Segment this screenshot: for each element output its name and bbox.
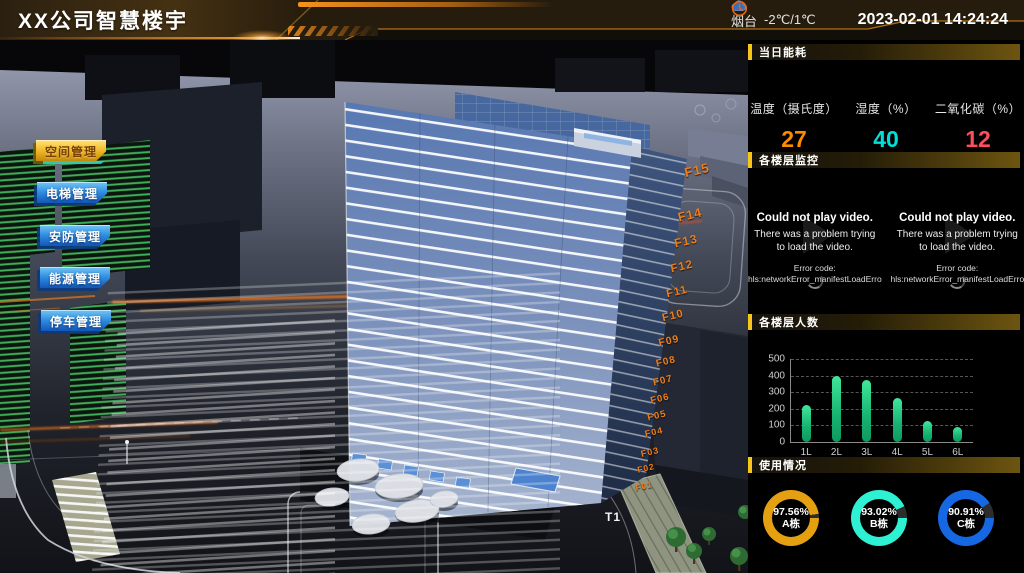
floor-monitor-videos: Could not play video. There was a proble…: [748, 170, 1024, 302]
donut-name: A栋: [782, 518, 800, 530]
menu-button-security[interactable]: 安防管理: [40, 225, 110, 246]
y-axis-tick: 0: [779, 437, 785, 448]
bar: [862, 380, 871, 442]
stat-value: 12: [932, 126, 1024, 153]
menu-button-space[interactable]: 空间管理: [36, 140, 106, 161]
donut-label: 93.02% B栋: [860, 499, 898, 537]
smart-building-dashboard: F15F14F13F12F11F10F09F08F07F06F05F04F03F…: [0, 0, 1024, 573]
menu-button-label: 电梯管理: [37, 182, 107, 203]
section-header-energy: 当日能耗: [748, 44, 1020, 60]
gridline: [791, 425, 973, 426]
menu-button-elevator[interactable]: 电梯管理: [37, 182, 107, 203]
donut-percent: 90.91%: [948, 506, 984, 518]
stat-humidity: 湿度（%） 40: [840, 100, 932, 153]
top-header: XX公司智慧楼宇 烟台 -2℃/1℃ 2023-02-01 14:24:24: [0, 0, 1024, 40]
donut-building-b: 93.02% B栋: [851, 490, 907, 546]
stat-label: 湿度（%）: [840, 100, 932, 117]
podium-wireframe: [92, 270, 560, 573]
error-code-label: Error code:: [891, 263, 1024, 274]
video-error-code: Error code: hls:networkError_manifestLoa…: [748, 263, 882, 286]
stat-value: 27: [748, 126, 840, 153]
stat-temperature: 温度（摄氏度） 27: [748, 100, 840, 153]
video-error-code: Error code: hls:networkError_manifestLoa…: [891, 263, 1024, 286]
error-code-value: hls:networkError_manifestLoadError: [748, 274, 882, 285]
menu-button-label: 安防管理: [40, 225, 110, 246]
bar: [832, 376, 841, 442]
page-title: XX公司智慧楼宇: [18, 5, 188, 35]
menu-button-label: 停车管理: [41, 310, 111, 331]
bar-chart-plot: 01002003004005001L2L3L4L5L6L: [790, 359, 973, 443]
error-code-value: hls:networkError_manifestLoadError: [891, 274, 1024, 285]
donut-building-a: 97.56% A栋: [763, 490, 819, 546]
donut-building-c: 90.91% C栋: [938, 490, 994, 546]
donut-percent: 93.02%: [861, 506, 897, 518]
floor-people-chart: 01002003004005001L2L3L4L5L6L: [748, 335, 1024, 465]
gridline: [791, 359, 973, 360]
3d-city-scene[interactable]: F15F14F13F12F11F10F09F08F07F06F05F04F03F…: [0, 40, 748, 573]
stat-value: 40: [840, 126, 932, 153]
y-axis-tick: 200: [768, 403, 785, 414]
gridline: [791, 376, 973, 377]
donut-label: 97.56% A栋: [772, 499, 810, 537]
y-axis-tick: 500: [768, 354, 785, 365]
city-illustration: [0, 40, 748, 573]
stat-label: 温度（摄氏度）: [748, 100, 840, 117]
donut-percent: 97.56%: [773, 506, 809, 518]
y-axis-tick: 400: [768, 370, 785, 381]
video-player-1[interactable]: Could not play video. There was a proble…: [748, 170, 882, 302]
temperature-range: -2℃/1℃: [764, 12, 816, 28]
menu-button-parking[interactable]: 停车管理: [41, 310, 111, 331]
menu-button-label: 空间管理: [36, 140, 106, 161]
menu-button-label: 能源管理: [40, 267, 110, 288]
video-error-title: Could not play video.: [757, 212, 873, 224]
error-code-label: Error code:: [748, 263, 882, 274]
gridline: [791, 392, 973, 393]
section-header-people: 各楼层人数: [748, 314, 1020, 330]
bar: [923, 421, 932, 442]
y-axis-tick: 300: [768, 387, 785, 398]
donut-label: 90.91% C栋: [947, 499, 985, 537]
tower-id-label: T1: [605, 510, 621, 524]
right-dashboard-panel: 当日能耗 温度（摄氏度） 27 湿度（%） 40 二氧化碳（%） 12 各楼层监…: [748, 40, 1024, 573]
gridline: [791, 409, 973, 410]
bar: [802, 405, 811, 442]
video-error-message: There was a problem trying to load the v…: [753, 229, 876, 254]
stat-label: 二氧化碳（%）: [932, 100, 1024, 117]
y-axis-tick: 100: [768, 420, 785, 431]
energy-stats: 温度（摄氏度） 27 湿度（%） 40 二氧化碳（%） 12: [748, 100, 1024, 153]
donut-name: C栋: [957, 518, 975, 530]
bar: [953, 427, 962, 442]
video-player-2[interactable]: Could not play video. There was a proble…: [891, 170, 1024, 302]
section-header-monitor: 各楼层监控: [748, 152, 1020, 168]
datetime: 2023-02-01 14:24:24: [858, 11, 1008, 29]
video-error-title: Could not play video.: [899, 212, 1015, 224]
menu-button-energy[interactable]: 能源管理: [40, 267, 110, 288]
weather-datetime-bar: 烟台 -2℃/1℃ 2023-02-01 14:24:24: [731, 0, 1008, 40]
section-header-usage: 使用情况: [748, 457, 1020, 473]
stat-co2: 二氧化碳（%） 12: [932, 100, 1024, 153]
donut-name: B栋: [870, 518, 888, 530]
usage-donuts: 97.56% A栋 93.02% B栋 90.91% C栋: [748, 488, 1024, 573]
side-menu: 空间管理 电梯管理 安防管理 能源管理 停车管理: [36, 140, 108, 340]
video-error-message: There was a problem trying to load the v…: [896, 229, 1019, 254]
bar: [893, 398, 902, 442]
